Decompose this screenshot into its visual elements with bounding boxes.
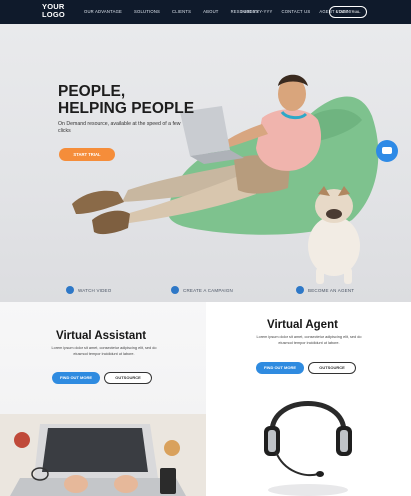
feature-label: CREATE A CAMPAIGN [183,287,233,293]
feature-become-agent[interactable]: BECOME AN AGENT [296,286,354,294]
nav-start-trial-button[interactable]: START TRIAL [329,6,367,18]
shoe-left [72,190,124,214]
menu-item-solutions[interactable]: SOLUTIONS [134,9,160,14]
primary-menu: OUR ADVANTAGE SOLUTIONS CLIENTS ABOUT RE… [84,9,259,14]
coffee-cup [164,440,180,456]
virtual-agent-section: Virtual Agent Lorem ipsum dolor sit amet… [206,302,411,496]
shoe-right [92,210,130,235]
hero-section: PEOPLE, HELPING PEOPLE On Demand resourc… [0,24,411,302]
hero-subtitle: On Demand resource, available at the spe… [58,121,181,134]
virtual-assistant-section: Virtual Assistant Lorem ipsum dolor sit … [0,302,206,496]
feature-watch-video[interactable]: WATCH VIDEO [66,286,111,294]
logo[interactable]: YOUR LOGO [42,3,65,19]
headset-icon [296,286,304,294]
hero-illustration [72,74,379,284]
microphone-boom [275,451,319,477]
workspace-illustration [0,414,206,496]
logo-line-2: LOGO [42,10,65,19]
phone-number-link[interactable]: 1-800-YYY-YYY [240,9,272,14]
feature-label: WATCH VIDEO [78,287,112,293]
hero-start-trial-button[interactable]: START TRIAL [59,148,115,161]
hero-title-line-2: HELPING PEOPLE [58,99,195,117]
menu-item-contact-us[interactable]: CONTACT US [281,9,310,14]
menu-item-about[interactable]: ABOUT [203,9,218,14]
bulldog [308,216,360,276]
menu-item-clients[interactable]: CLIENTS [172,9,191,14]
feature-create-campaign[interactable]: CREATE A CAMPAIGN [171,286,233,294]
feature-label: BECOME AN AGENT [308,287,355,293]
headset-illustration [264,401,352,496]
chat-icon[interactable] [376,140,398,162]
hero-title-line-1: PEOPLE, [58,83,126,100]
gear-icon [171,286,179,294]
phone [160,468,176,494]
headset-band [269,401,347,433]
hand-right [114,475,138,493]
cupcake [14,432,30,448]
menu-item-our-advantage[interactable]: OUR ADVANTAGE [84,9,122,14]
hero-title: PEOPLE, HELPING PEOPLE [58,83,195,117]
top-navbar: YOUR LOGO OUR ADVANTAGE SOLUTIONS CLIENT… [0,0,411,24]
hand-left [64,475,88,493]
play-icon [66,286,74,294]
